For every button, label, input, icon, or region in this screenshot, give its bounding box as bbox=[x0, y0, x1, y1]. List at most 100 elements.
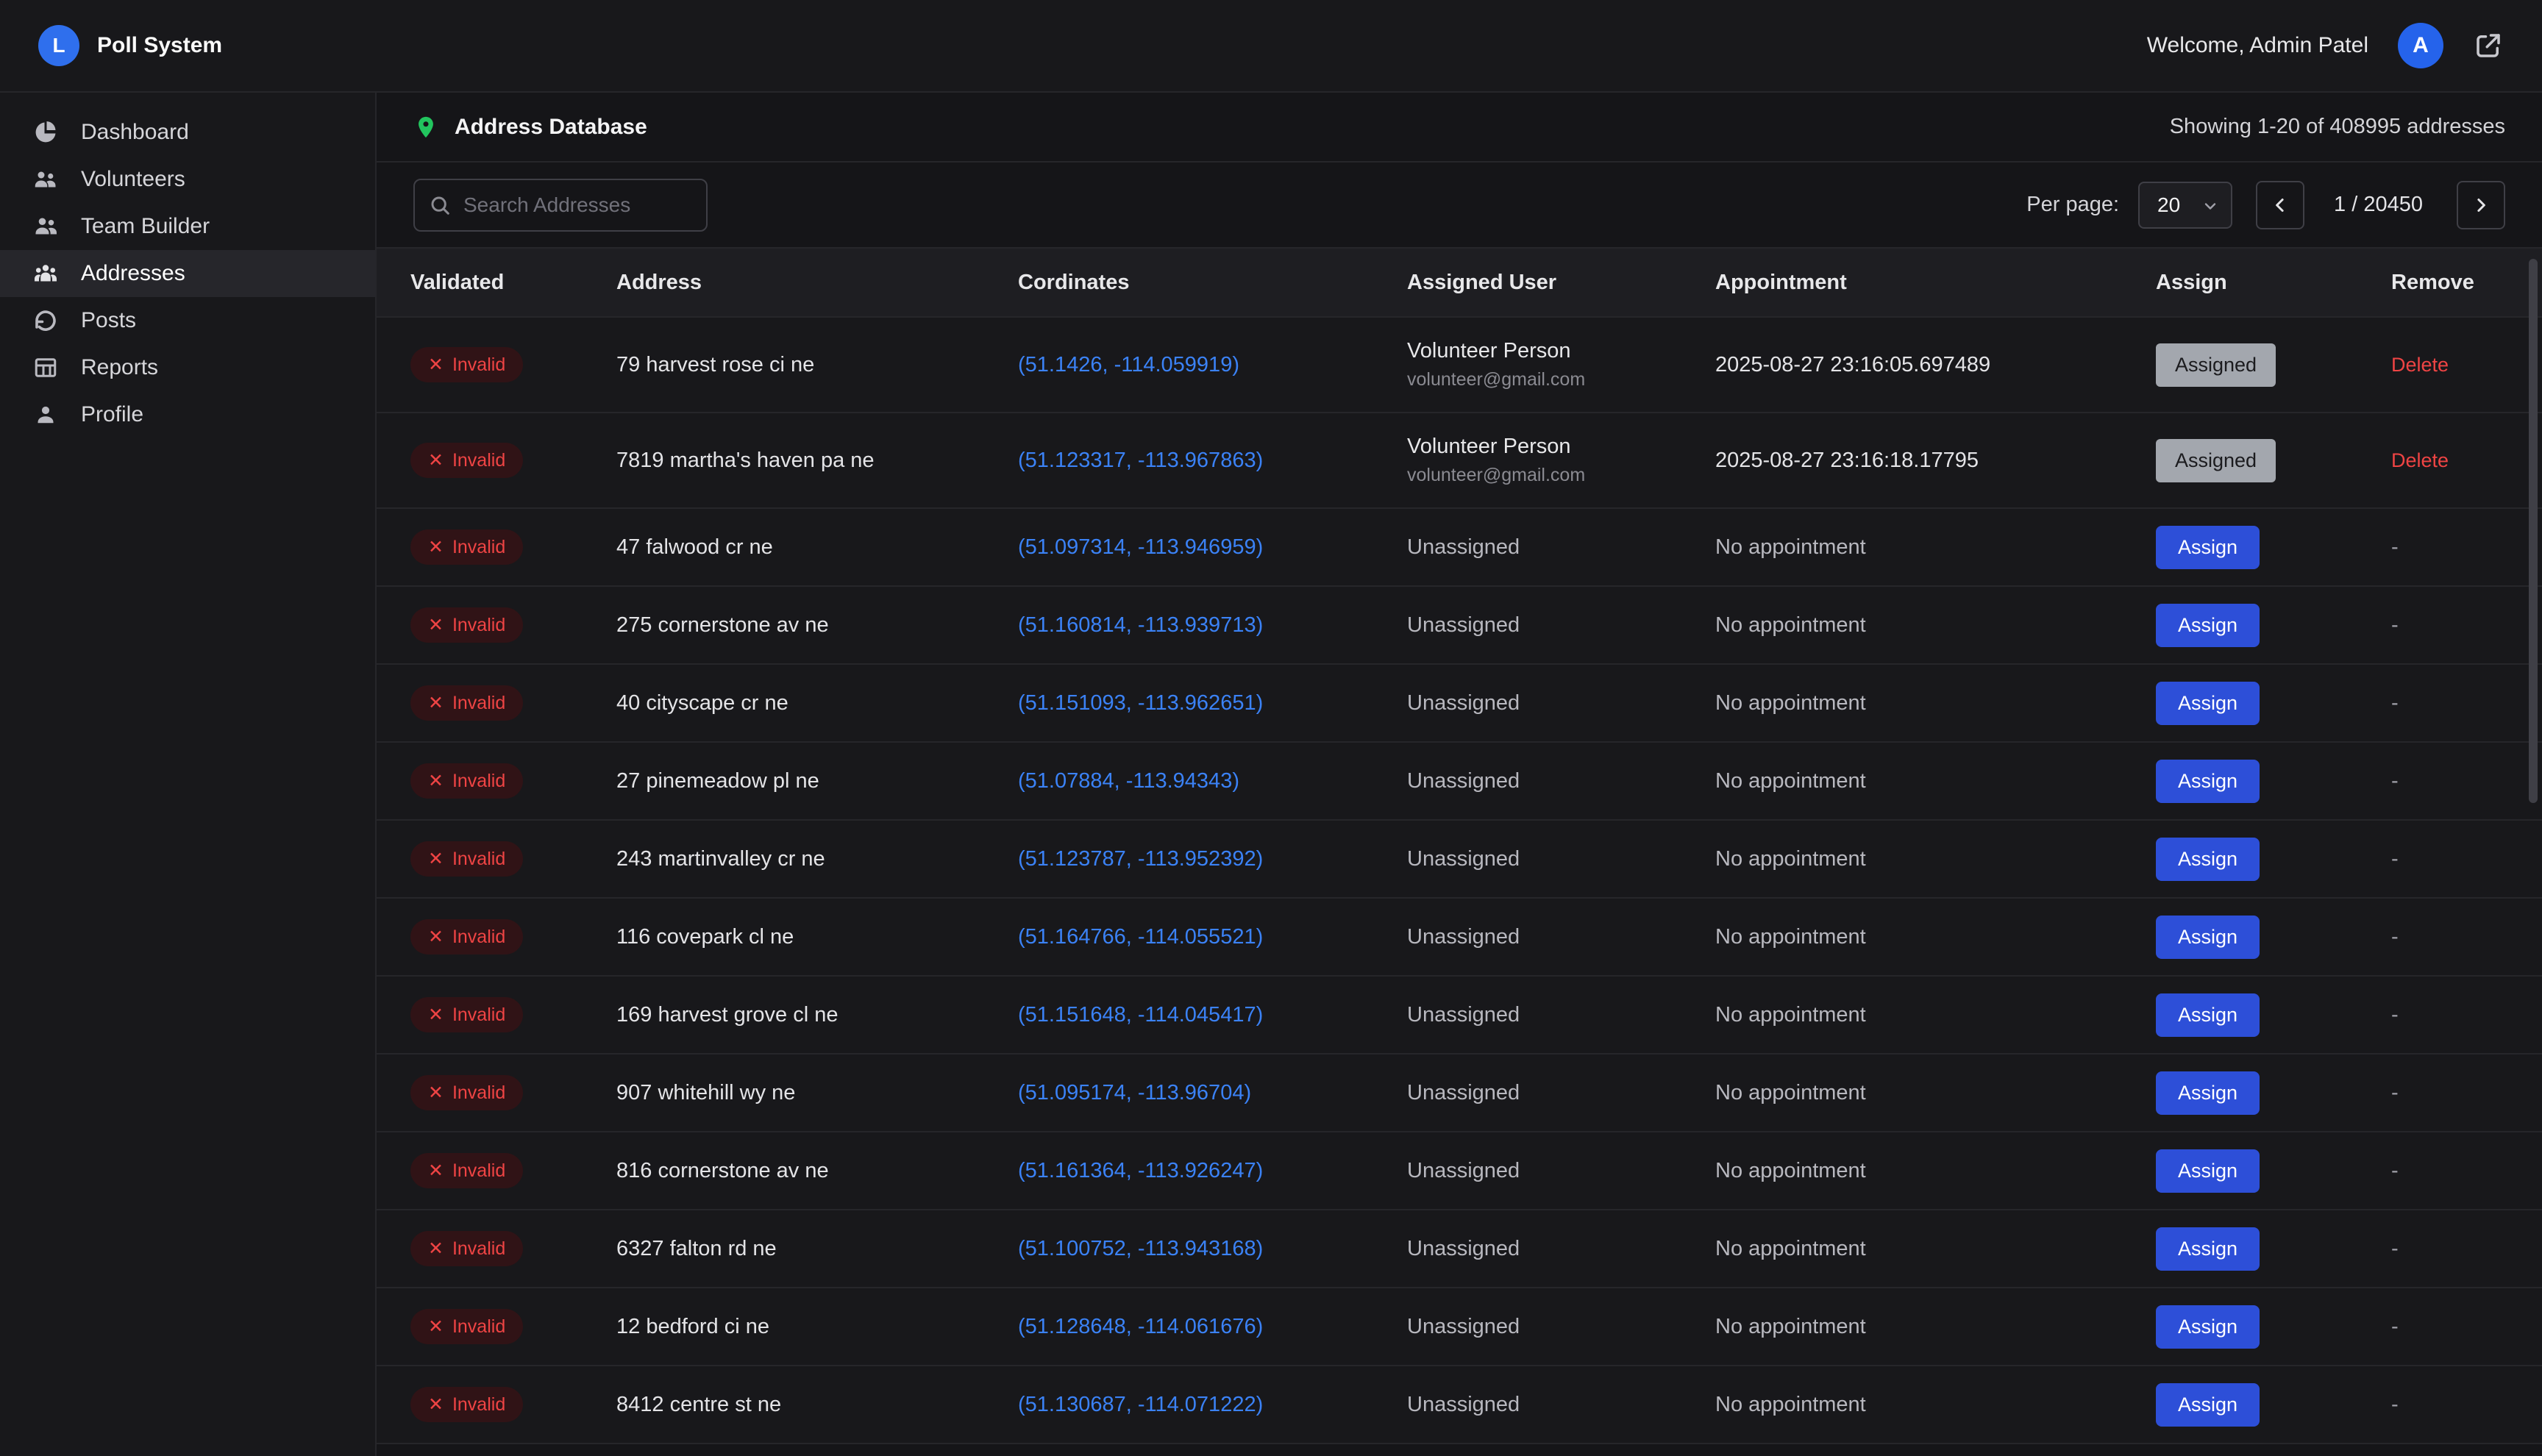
assign-cell: Assign bbox=[2156, 838, 2391, 881]
invalid-badge: ✕ Invalid bbox=[410, 529, 523, 565]
next-page-button[interactable] bbox=[2457, 181, 2505, 229]
assign-button[interactable]: Assign bbox=[2156, 682, 2260, 725]
addresses-icon bbox=[32, 260, 59, 287]
coordinates-link[interactable]: (51.123787, -113.952392) bbox=[1018, 847, 1263, 871]
appointment-cell: No appointment bbox=[1715, 1315, 2156, 1339]
coordinates-cell: (51.160814, -113.939713) bbox=[1018, 613, 1407, 638]
assigned-button[interactable]: Assigned bbox=[2156, 343, 2276, 387]
assign-cell: Assign bbox=[2156, 604, 2391, 647]
invalid-badge: ✕ Invalid bbox=[410, 1153, 523, 1188]
assigned-button[interactable]: Assigned bbox=[2156, 439, 2276, 482]
assign-cell: Assign bbox=[2156, 1071, 2391, 1115]
per-page-label: Per page: bbox=[2026, 193, 2119, 217]
validated-cell: ✕ Invalid bbox=[410, 1309, 616, 1344]
remove-cell: - bbox=[2391, 925, 2508, 949]
user-name: Volunteer Person bbox=[1407, 435, 1698, 459]
coordinates-link[interactable]: (51.160814, -113.939713) bbox=[1018, 613, 1263, 637]
coordinates-link[interactable]: (51.095174, -113.96704) bbox=[1018, 1081, 1251, 1105]
app-logo: L bbox=[38, 25, 79, 66]
table-row: ✕ Invalid 116 covepark cl ne (51.164766,… bbox=[377, 899, 2542, 977]
brand: L Poll System bbox=[38, 25, 222, 66]
assign-cell: Assign bbox=[2156, 1383, 2391, 1427]
coordinates-cell: (51.123317, -113.967863) bbox=[1018, 449, 1407, 473]
invalid-badge: ✕ Invalid bbox=[410, 1309, 523, 1344]
assign-button[interactable]: Assign bbox=[2156, 838, 2260, 881]
sidebar-item-team-builder[interactable]: Team Builder bbox=[0, 203, 375, 250]
assign-button[interactable]: Assign bbox=[2156, 1149, 2260, 1193]
user-name: Unassigned bbox=[1407, 691, 1698, 715]
x-icon: ✕ bbox=[428, 614, 444, 636]
assign-button[interactable]: Assign bbox=[2156, 604, 2260, 647]
coordinates-cell: (51.151648, -114.045417) bbox=[1018, 1003, 1407, 1027]
assign-button[interactable]: Assign bbox=[2156, 1383, 2260, 1427]
coordinates-cell: (51.097314, -113.946959) bbox=[1018, 535, 1407, 560]
delete-button[interactable]: Delete bbox=[2391, 449, 2449, 471]
column-header-assign: Assign bbox=[2156, 271, 2391, 295]
per-page-select[interactable]: 20 bbox=[2138, 182, 2232, 229]
table-header-row: Validated Address Cordinates Assigned Us… bbox=[377, 247, 2542, 318]
invalid-label: Invalid bbox=[452, 615, 505, 636]
delete-button[interactable]: Delete bbox=[2391, 354, 2449, 376]
chevron-right-icon bbox=[2470, 194, 2492, 216]
page-title: Address Database bbox=[455, 115, 647, 140]
assign-button[interactable]: Assign bbox=[2156, 916, 2260, 959]
invalid-badge: ✕ Invalid bbox=[410, 607, 523, 643]
coordinates-link[interactable]: (51.151093, -113.962651) bbox=[1018, 691, 1263, 715]
table-row: ✕ Invalid 79 harvest rose ci ne (51.1426… bbox=[377, 318, 2542, 413]
assign-button[interactable]: Assign bbox=[2156, 526, 2260, 569]
user-name: Unassigned bbox=[1407, 925, 1698, 949]
assign-button[interactable]: Assign bbox=[2156, 1071, 2260, 1115]
profile-icon bbox=[32, 402, 59, 428]
external-link-icon[interactable] bbox=[2473, 30, 2504, 61]
appointment-cell: No appointment bbox=[1715, 925, 2156, 949]
assign-button[interactable]: Assign bbox=[2156, 993, 2260, 1037]
address-cell: 47 falwood cr ne bbox=[616, 535, 1018, 560]
coordinates-link[interactable]: (51.100752, -113.943168) bbox=[1018, 1237, 1263, 1260]
remove-dash: - bbox=[2391, 1393, 2399, 1416]
coordinates-link[interactable]: (51.128648, -114.061676) bbox=[1018, 1315, 1263, 1338]
remove-dash: - bbox=[2391, 925, 2399, 949]
column-header-validated: Validated bbox=[410, 271, 616, 295]
assign-button[interactable]: Assign bbox=[2156, 1227, 2260, 1271]
sidebar-item-profile[interactable]: Profile bbox=[0, 391, 375, 438]
invalid-label: Invalid bbox=[452, 1316, 505, 1338]
avatar[interactable]: A bbox=[2398, 23, 2443, 68]
sidebar-item-posts[interactable]: Posts bbox=[0, 297, 375, 344]
sidebar-item-addresses[interactable]: Addresses bbox=[0, 250, 375, 297]
invalid-label: Invalid bbox=[452, 1160, 505, 1182]
assign-button[interactable]: Assign bbox=[2156, 760, 2260, 803]
assigned-user-cell: Unassigned bbox=[1407, 691, 1715, 715]
remove-dash: - bbox=[2391, 1237, 2399, 1260]
coordinates-link[interactable]: (51.097314, -113.946959) bbox=[1018, 535, 1263, 559]
coordinates-cell: (51.161364, -113.926247) bbox=[1018, 1159, 1407, 1183]
coordinates-link[interactable]: (51.07884, -113.94343) bbox=[1018, 769, 1239, 793]
sidebar-item-reports[interactable]: Reports bbox=[0, 344, 375, 391]
sidebar-item-volunteers[interactable]: Volunteers bbox=[0, 156, 375, 203]
assigned-user-cell: Unassigned bbox=[1407, 1237, 1715, 1261]
validated-cell: ✕ Invalid bbox=[410, 1075, 616, 1110]
coordinates-link[interactable]: (51.151648, -114.045417) bbox=[1018, 1003, 1263, 1027]
validated-cell: ✕ Invalid bbox=[410, 685, 616, 721]
user-name: Unassigned bbox=[1407, 1081, 1698, 1105]
sidebar-item-dashboard[interactable]: Dashboard bbox=[0, 109, 375, 156]
x-icon: ✕ bbox=[428, 536, 444, 558]
invalid-badge: ✕ Invalid bbox=[410, 1231, 523, 1266]
coordinates-link[interactable]: (51.1426, -114.059919) bbox=[1018, 353, 1239, 377]
remove-cell: - bbox=[2391, 769, 2508, 793]
validated-cell: ✕ Invalid bbox=[410, 1231, 616, 1266]
table-row: ✕ Invalid 8412 centre st ne (51.130687, … bbox=[377, 1366, 2542, 1444]
search-input[interactable] bbox=[413, 179, 708, 232]
prev-page-button[interactable] bbox=[2256, 181, 2304, 229]
coordinates-link[interactable]: (51.164766, -114.055521) bbox=[1018, 925, 1263, 949]
remove-dash: - bbox=[2391, 1081, 2399, 1105]
coordinates-link[interactable]: (51.161364, -113.926247) bbox=[1018, 1159, 1263, 1182]
coordinates-link[interactable]: (51.123317, -113.967863) bbox=[1018, 449, 1263, 472]
validated-cell: ✕ Invalid bbox=[410, 841, 616, 877]
appointment-cell: No appointment bbox=[1715, 1159, 2156, 1183]
scrollbar-thumb[interactable] bbox=[2529, 259, 2538, 803]
invalid-badge: ✕ Invalid bbox=[410, 347, 523, 382]
invalid-label: Invalid bbox=[452, 1394, 505, 1416]
sidebar-item-label: Volunteers bbox=[81, 167, 185, 192]
coordinates-link[interactable]: (51.130687, -114.071222) bbox=[1018, 1393, 1263, 1416]
assign-button[interactable]: Assign bbox=[2156, 1305, 2260, 1349]
